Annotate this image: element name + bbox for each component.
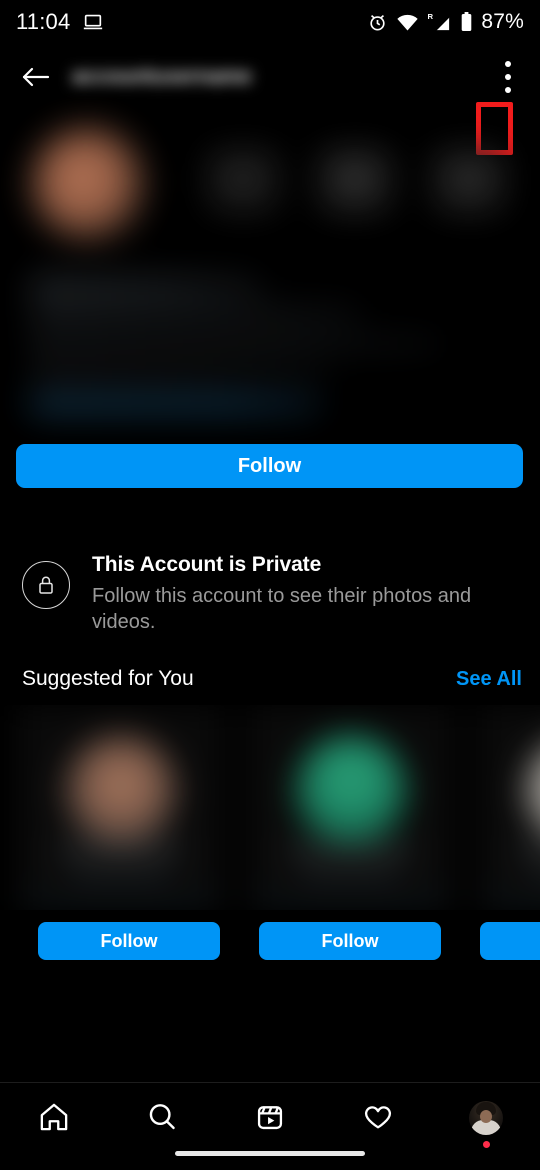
suggested-subtitle [530,869,540,881]
stat-followers[interactable] [318,150,392,214]
suggested-title: Suggested for You [22,667,194,691]
profile-bio-line [30,336,440,351]
gesture-navigation-bar [175,1151,365,1156]
status-time: 11:04 [16,9,71,34]
suggested-card[interactable] [476,705,540,911]
profile-bio-line [30,366,330,381]
reels-icon [253,1101,287,1133]
battery-percent-label: 87% [481,10,524,33]
suggested-card-divider [254,899,446,903]
profile-header-blurred [10,110,524,422]
suggested-follow-button[interactable]: Follow [38,922,220,961]
suggested-subtitle [300,869,400,881]
battery-icon [460,11,473,33]
alarm-icon [367,12,388,33]
suggested-card[interactable] [246,705,455,911]
nav-item-profile[interactable] [432,1101,540,1155]
nav-item-activity[interactable] [324,1101,432,1155]
home-icon [37,1101,71,1133]
profile-link[interactable] [30,398,320,411]
follow-button[interactable]: Follow [16,444,523,488]
suggested-card-divider [484,899,540,903]
lock-icon [22,561,70,609]
nav-item-search[interactable] [108,1101,216,1155]
wifi-icon [396,12,419,33]
svg-text:R: R [428,12,434,21]
back-button[interactable] [14,55,58,99]
suggested-header: Suggested for You See All [22,667,522,691]
suggested-follow-button[interactable]: Follow [259,922,441,961]
status-bar-left: 11:04 [16,9,104,35]
profile-display-name [30,278,260,295]
profile-avatar-icon [469,1101,503,1135]
private-account-notice: This Account is Private Follow this acco… [22,551,522,635]
suggested-follow-buttons: Follow Follow Follow [0,922,540,961]
notification-badge [482,1141,490,1148]
nav-item-reels[interactable] [216,1101,324,1155]
suggested-avatar [524,735,540,848]
suggested-username [516,844,540,859]
private-account-title: This Account is Private [92,553,322,576]
suggested-cards [0,705,540,911]
nav-item-home[interactable] [0,1101,108,1155]
suggested-avatar [294,735,407,848]
suggested-card[interactable] [16,705,225,911]
overflow-menu-icon [505,61,511,67]
status-bar: 11:04 R 87% [0,0,540,44]
suggested-follow-button[interactable]: Follow [480,922,540,961]
suggested-avatar [64,735,177,848]
see-all-link[interactable]: See All [456,668,522,691]
search-icon [145,1101,179,1133]
suggested-username [286,844,414,859]
stat-following[interactable] [432,150,506,214]
profile-bio-line [30,306,360,321]
private-account-subtitle: Follow this account to see their photos … [92,585,472,633]
suggested-subtitle [70,869,170,881]
bottom-navigation-bar [0,1082,540,1170]
cast-icon [82,11,104,33]
overflow-menu-icon-dot [505,87,511,93]
profile-avatar[interactable] [32,128,144,240]
status-bar-right: R 87% [367,10,524,34]
stat-posts [206,150,280,214]
heart-icon [361,1101,395,1133]
suggested-username [56,844,184,859]
page-title: accountusername [72,65,252,88]
overflow-menu-icon-dot [505,74,511,80]
suggested-carousel[interactable] [0,705,540,911]
avatar-face [480,1110,492,1123]
cellular-signal-roaming-icon: R [427,11,452,33]
private-account-text: This Account is Private Follow this acco… [92,551,512,635]
suggested-card-divider [24,899,216,903]
back-arrow-icon [21,64,51,90]
app-bar: accountusername [0,44,540,155]
overflow-menu-button[interactable] [490,51,526,103]
